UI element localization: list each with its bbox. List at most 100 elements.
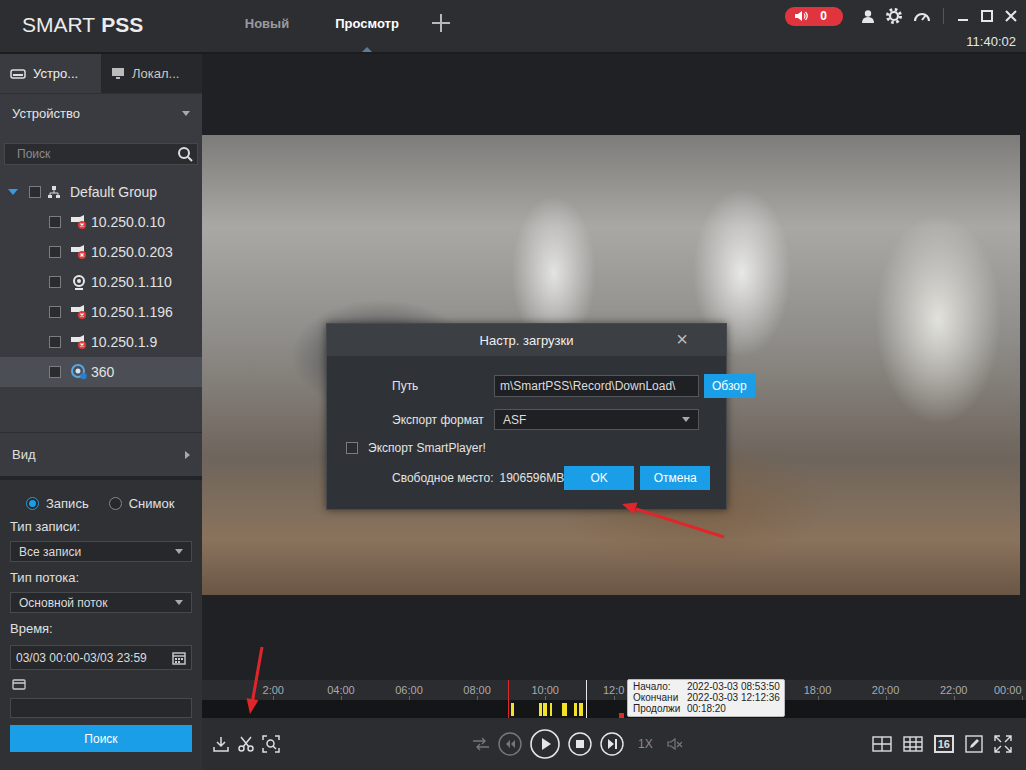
- group-icon: [47, 185, 61, 199]
- app-tab[interactable]: Просмотр: [317, 0, 417, 52]
- sync-icon[interactable]: [472, 737, 490, 751]
- tick-label: 08:00: [463, 684, 491, 696]
- maximize-icon[interactable]: [980, 9, 994, 23]
- play-icon[interactable]: [530, 729, 560, 759]
- card-field[interactable]: [10, 698, 192, 718]
- time-tooltip: Начало:2022-03-03 08:53:50Окончани2022-0…: [627, 679, 785, 717]
- search-input[interactable]: [5, 144, 177, 164]
- download-icon[interactable]: [212, 735, 230, 753]
- app-tabs: Новый Просмотр: [217, 0, 417, 52]
- playback-cursor[interactable]: [586, 680, 587, 718]
- tick-label: 06:00: [395, 684, 423, 696]
- radio-option[interactable]: Запись: [26, 496, 89, 511]
- dropdown[interactable]: Все записи: [10, 541, 192, 562]
- close-icon[interactable]: [1004, 9, 1018, 23]
- tree-group[interactable]: Default Group: [0, 177, 202, 207]
- radio-label: Запись: [46, 496, 89, 511]
- stop-icon[interactable]: [568, 732, 592, 756]
- app-tab-label: Новый: [245, 16, 289, 31]
- edit-icon[interactable]: [965, 735, 983, 753]
- logo-text: SMART: [22, 13, 95, 37]
- tree-item[interactable]: 360: [0, 357, 202, 387]
- expand-arrow[interactable]: [8, 189, 18, 195]
- tick-mark: [477, 696, 478, 700]
- checkbox[interactable]: [49, 276, 61, 288]
- view-section[interactable]: Вид: [0, 432, 202, 476]
- next-frame-icon[interactable]: [600, 732, 624, 756]
- record-segment: [562, 703, 566, 716]
- section-header[interactable]: Устройство: [0, 93, 202, 133]
- checkbox[interactable]: [346, 442, 358, 454]
- dropdown[interactable]: Основной поток: [10, 592, 192, 613]
- checkbox[interactable]: [49, 336, 61, 348]
- offline-camera-icon: [70, 244, 88, 260]
- title-bar: SMARTPSS Новый Просмотр 0 11:40:02: [0, 0, 1026, 54]
- dropdown-arrow: [682, 417, 690, 422]
- checkbox[interactable]: [49, 246, 61, 258]
- user-icon[interactable]: [861, 9, 875, 23]
- speed-label[interactable]: 1X: [638, 737, 653, 751]
- timeline[interactable]: 2:0004:0006:0008:0010:0012:018:0020:0022…: [202, 680, 1026, 718]
- tree-item[interactable]: 10.250.1.196: [0, 297, 202, 327]
- alarm-badge[interactable]: 0: [785, 7, 843, 26]
- browse-button[interactable]: Обзор: [704, 374, 755, 398]
- monitor-icon: [111, 67, 125, 80]
- calendar-icon[interactable]: [172, 651, 186, 665]
- clock: 11:40:02: [966, 34, 1018, 49]
- checkbox[interactable]: [49, 216, 61, 228]
- field-value: Все записи: [19, 545, 81, 559]
- date-field[interactable]: 03/03 00:00-03/03 23:59: [10, 645, 192, 670]
- tree-item[interactable]: 10.250.0.203: [0, 237, 202, 267]
- ok-button[interactable]: OK: [564, 466, 634, 490]
- record-bar[interactable]: [202, 700, 1026, 718]
- radio-option[interactable]: Снимок: [109, 496, 175, 511]
- dialog-title-bar: Настр. загрузки×: [327, 324, 726, 356]
- field-value: Основной поток: [19, 596, 108, 610]
- layout-nine-icon[interactable]: [903, 736, 923, 752]
- selection-start[interactable]: [508, 680, 509, 718]
- search-icon[interactable]: [177, 146, 193, 162]
- scissors-icon[interactable]: [237, 735, 255, 753]
- tree-label: 10.250.0.203: [91, 244, 173, 260]
- tooltip-value: 2022-03-03 08:53:50: [687, 681, 780, 692]
- tree-item[interactable]: 10.250.0.10: [0, 207, 202, 237]
- sidebar-tab-label: Устро...: [33, 66, 78, 81]
- radio-label: Снимок: [129, 496, 175, 511]
- free-space-value: 1906596MB: [499, 471, 564, 485]
- layout-count[interactable]: 16: [934, 735, 954, 753]
- video-area: Настр. загрузки×Путьm\SmartPSS\Record\Do…: [202, 54, 1026, 680]
- checkbox[interactable]: [29, 186, 41, 198]
- separator: [943, 8, 944, 24]
- cancel-button[interactable]: Отмена: [640, 466, 710, 490]
- app: SMARTPSS Новый Просмотр 0 11:40:02 Устро... Ло…: [0, 0, 1026, 770]
- add-tab-icon[interactable]: [417, 0, 465, 52]
- sidebar-tab[interactable]: Устро...: [0, 54, 101, 93]
- format-dropdown[interactable]: ASF: [494, 409, 699, 430]
- radio[interactable]: [26, 497, 39, 510]
- logo-text-bold: PSS: [101, 13, 143, 37]
- tree-label: 10.250.1.196: [91, 304, 173, 320]
- checkbox[interactable]: [49, 306, 61, 318]
- path-field[interactable]: m\SmartPSS\Record\DownLoad\: [494, 375, 699, 397]
- gauge-icon[interactable]: [913, 8, 931, 24]
- tree-item[interactable]: 10.250.1.110: [0, 267, 202, 297]
- rewind-icon[interactable]: [498, 732, 522, 756]
- sidebar-tab[interactable]: Локал...: [101, 54, 202, 93]
- smartplayer-row[interactable]: Экспорт SmartPlayer!: [343, 441, 710, 455]
- checkbox[interactable]: [49, 366, 61, 378]
- smart-search-icon[interactable]: [262, 735, 280, 753]
- device-tree: Default Group10.250.0.10 10.250.0.203 10.2…: [0, 177, 202, 387]
- search-button[interactable]: Поиск: [10, 725, 192, 752]
- dialog-close[interactable]: ×: [676, 329, 688, 349]
- layout-four-icon[interactable]: [872, 736, 892, 752]
- app-tab[interactable]: Новый: [217, 0, 317, 52]
- gear-icon[interactable]: [885, 7, 903, 25]
- tree-item[interactable]: 10.250.1.9: [0, 327, 202, 357]
- minimize-icon[interactable]: [956, 9, 970, 23]
- radio[interactable]: [109, 497, 122, 510]
- online-camera-icon: [70, 274, 88, 290]
- tick-mark: [273, 696, 274, 700]
- selection-end[interactable]: [619, 713, 624, 718]
- fullscreen-icon[interactable]: [994, 735, 1012, 753]
- mute-icon[interactable]: [667, 737, 683, 751]
